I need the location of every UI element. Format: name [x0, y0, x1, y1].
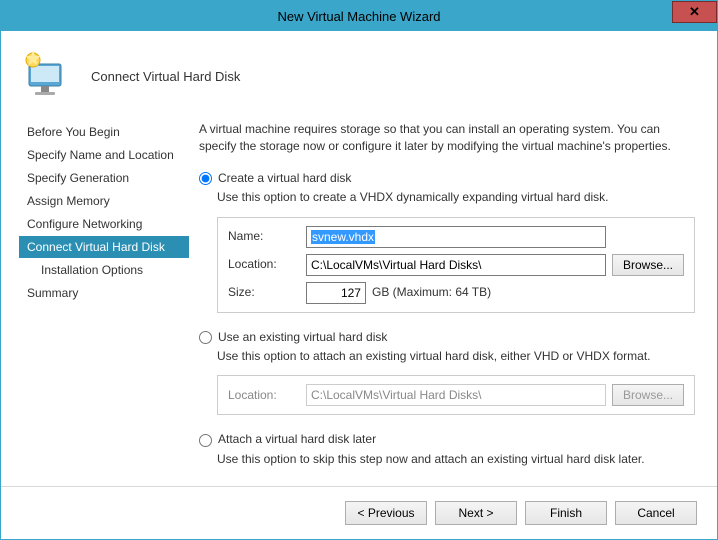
- wizard-icon: [21, 50, 73, 102]
- radio-later-label: Attach a virtual hard disk later: [218, 431, 376, 448]
- step-summary[interactable]: Summary: [19, 282, 189, 304]
- step-installation-options[interactable]: Installation Options: [19, 259, 189, 281]
- step-connect-vhd[interactable]: Connect Virtual Hard Disk: [19, 236, 189, 258]
- name-label: Name:: [228, 228, 298, 245]
- radio-create-label: Create a virtual hard disk: [218, 170, 351, 187]
- existing-fieldset: Location: Browse...: [217, 375, 695, 415]
- radio-existing[interactable]: [199, 331, 212, 344]
- step-before-you-begin[interactable]: Before You Begin: [19, 121, 189, 143]
- next-button[interactable]: Next >: [435, 501, 517, 525]
- page-title: Connect Virtual Hard Disk: [91, 69, 240, 84]
- radio-existing-sub: Use this option to attach an existing vi…: [217, 348, 695, 365]
- option-later: Attach a virtual hard disk later Use thi…: [199, 431, 695, 468]
- location-input[interactable]: [306, 254, 606, 276]
- titlebar: New Virtual Machine Wizard ✕: [1, 1, 717, 31]
- radio-later-sub: Use this option to skip this step now an…: [217, 451, 695, 468]
- wizard-header: Connect Virtual Hard Disk: [1, 31, 717, 111]
- wizard-body: Before You Begin Specify Name and Locati…: [1, 111, 717, 486]
- size-input[interactable]: [306, 282, 366, 304]
- option-create: Create a virtual hard disk Use this opti…: [199, 170, 695, 313]
- create-fieldset: Name: svnew.vhdx Location: Browse... Siz…: [217, 217, 695, 313]
- radio-create-sub: Use this option to create a VHDX dynamic…: [217, 189, 695, 206]
- name-input[interactable]: svnew.vhdx: [306, 226, 606, 248]
- window-title: New Virtual Machine Wizard: [277, 9, 440, 24]
- size-suffix: GB (Maximum: 64 TB): [372, 284, 491, 301]
- radio-existing-label: Use an existing virtual hard disk: [218, 329, 387, 346]
- wizard-content: A virtual machine requires storage so th…: [189, 111, 717, 486]
- close-icon: ✕: [689, 4, 700, 20]
- close-button[interactable]: ✕: [672, 1, 717, 23]
- size-label: Size:: [228, 284, 298, 301]
- radio-create[interactable]: [199, 172, 212, 185]
- wizard-footer: < Previous Next > Finish Cancel: [1, 486, 717, 538]
- step-specify-name[interactable]: Specify Name and Location: [19, 144, 189, 166]
- step-specify-generation[interactable]: Specify Generation: [19, 167, 189, 189]
- page-description: A virtual machine requires storage so th…: [199, 121, 695, 156]
- location-label: Location:: [228, 256, 298, 273]
- previous-button[interactable]: < Previous: [345, 501, 427, 525]
- option-existing: Use an existing virtual hard disk Use th…: [199, 329, 695, 416]
- cancel-button[interactable]: Cancel: [615, 501, 697, 525]
- finish-button[interactable]: Finish: [525, 501, 607, 525]
- step-configure-networking[interactable]: Configure Networking: [19, 213, 189, 235]
- existing-location-input: [306, 384, 606, 406]
- radio-later[interactable]: [199, 434, 212, 447]
- existing-location-label: Location:: [228, 387, 298, 404]
- browse-button[interactable]: Browse...: [612, 254, 684, 276]
- step-assign-memory[interactable]: Assign Memory: [19, 190, 189, 212]
- existing-browse-button: Browse...: [612, 384, 684, 406]
- wizard-window: New Virtual Machine Wizard ✕ Connect Vir…: [0, 0, 718, 540]
- steps-sidebar: Before You Begin Specify Name and Locati…: [1, 111, 189, 486]
